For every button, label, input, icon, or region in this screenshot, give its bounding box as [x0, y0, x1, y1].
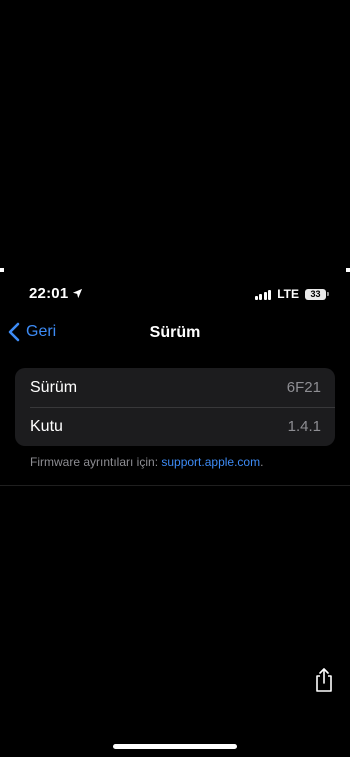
version-label: Sürüm	[30, 378, 78, 396]
firmware-note-text: Firmware ayrıntıları için:	[30, 455, 162, 469]
version-value: 6F21	[286, 379, 321, 396]
status-time: 22:01	[29, 285, 69, 302]
case-label: Kutu	[30, 417, 63, 435]
version-info-group: Sürüm 6F21 Kutu 1.4.1	[15, 368, 335, 446]
screen-corner-left	[0, 268, 4, 272]
status-time-group: 22:01	[29, 285, 83, 302]
support-link[interactable]: support.apple.com	[161, 455, 260, 469]
firmware-note-suffix: .	[260, 455, 264, 469]
navigation-bar: Geri Sürüm	[0, 314, 350, 352]
case-value: 1.4.1	[287, 418, 321, 435]
status-bar: 22:01 LTE 33	[0, 279, 350, 309]
screen-corner-right	[346, 268, 350, 272]
home-indicator[interactable]	[113, 744, 237, 749]
case-row: Kutu 1.4.1	[15, 407, 335, 446]
battery-icon: 33	[305, 288, 329, 300]
share-icon	[316, 668, 332, 692]
battery-level: 33	[310, 289, 321, 299]
cellular-signal-icon	[254, 289, 272, 300]
section-divider	[0, 485, 350, 486]
network-type: LTE	[277, 287, 299, 301]
share-button[interactable]	[312, 667, 336, 693]
page-title: Sürüm	[149, 324, 201, 341]
status-indicators: LTE 33	[254, 287, 329, 301]
location-arrow-icon	[73, 288, 83, 299]
version-row: Sürüm 6F21	[15, 368, 335, 407]
firmware-note: Firmware ayrıntıları için: support.apple…	[30, 455, 263, 469]
